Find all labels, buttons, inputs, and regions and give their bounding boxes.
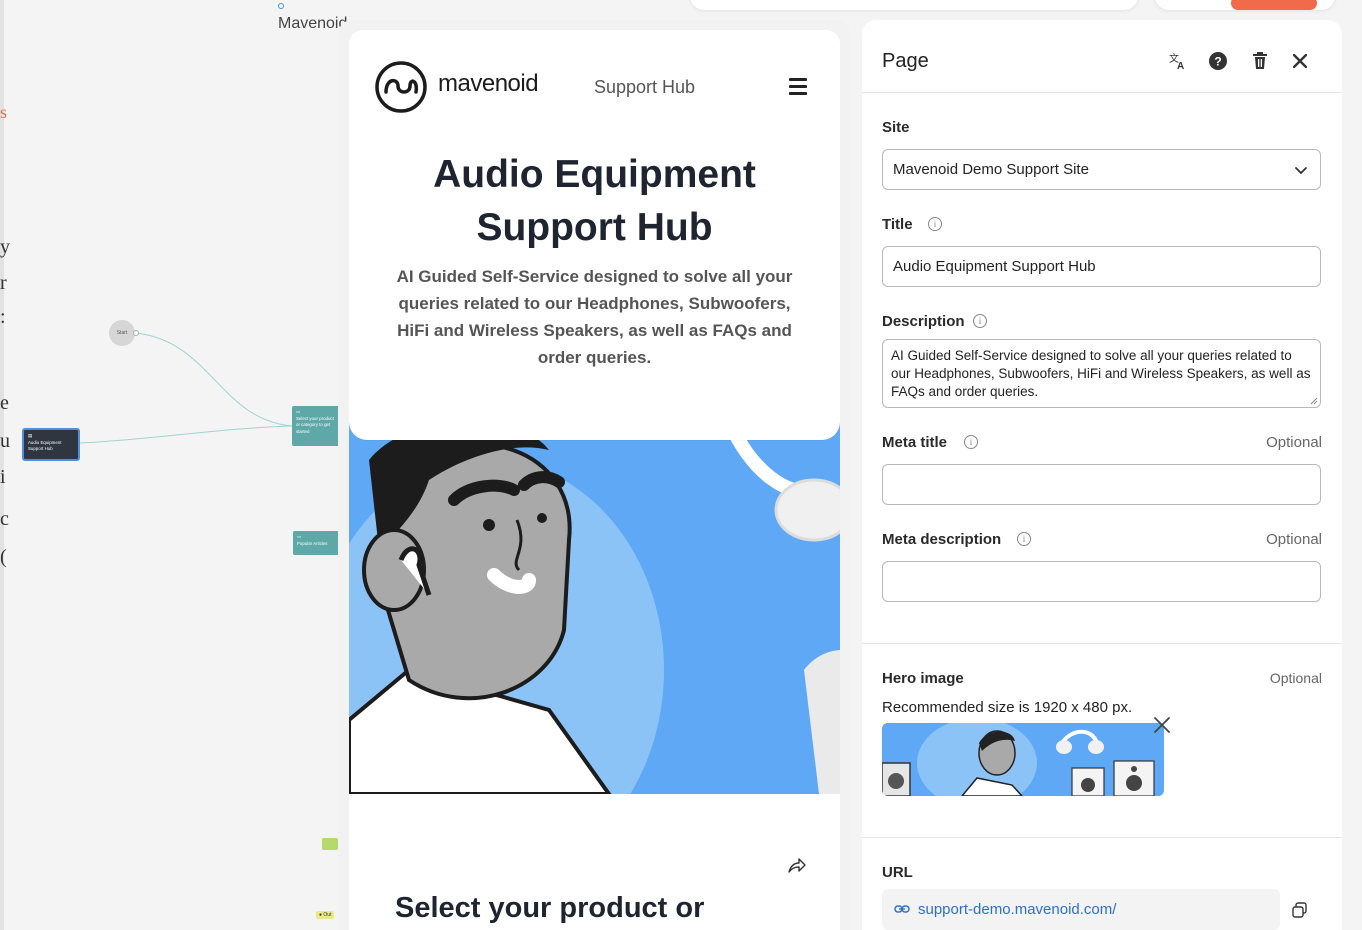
svg-text:A: A xyxy=(1177,61,1184,71)
hero-image-thumbnail[interactable] xyxy=(882,723,1164,796)
description-value: AI Guided Self-Service designed to solve… xyxy=(891,348,1311,399)
page-settings-panel: Page 文A ? Site Mavenoid Demo Support Sit… xyxy=(862,20,1342,930)
preview-page: mavenoid Support Hub Audio Equipment Sup… xyxy=(349,30,840,930)
site-select[interactable]: Mavenoid Demo Support Site xyxy=(882,149,1321,190)
flow-connectors xyxy=(79,332,293,444)
panel-header: Page 文A ? xyxy=(862,20,1342,93)
hero-image-optional: Optional xyxy=(1269,670,1322,686)
url-value: support-demo.mavenoid.com/ xyxy=(918,901,1117,918)
node-icon: ▭ xyxy=(296,409,301,414)
flow-node-start[interactable]: Start xyxy=(109,320,139,346)
remove-hero-image-icon[interactable] xyxy=(1152,715,1172,735)
copy-icon[interactable] xyxy=(1291,901,1309,919)
node-label: Select your product or category to get s… xyxy=(296,415,334,434)
publish-button[interactable] xyxy=(1231,0,1317,10)
node-label: Support Hub xyxy=(28,446,53,452)
hero-image-label: Hero image xyxy=(882,670,964,687)
hero-illustration xyxy=(349,420,840,794)
site-header: mavenoid Support Hub xyxy=(349,30,840,142)
chevron-down-icon xyxy=(1295,167,1307,175)
info-icon[interactable]: i xyxy=(973,314,987,328)
meta-description-optional: Optional xyxy=(1266,531,1322,548)
product-section: Select your product or xyxy=(349,794,840,930)
flow-node-support-hub[interactable]: ▤ Audio Equipment Support Hub xyxy=(22,428,80,461)
title-label: Title xyxy=(882,216,913,233)
help-icon[interactable]: ? xyxy=(1207,50,1229,72)
info-icon[interactable]: i xyxy=(1017,532,1031,546)
trash-icon[interactable] xyxy=(1249,50,1271,72)
link-icon xyxy=(894,905,910,913)
info-icon[interactable]: i xyxy=(928,217,942,231)
hero-title: Audio Equipment Support Hub xyxy=(433,153,756,249)
flow-node-tag[interactable] xyxy=(322,838,338,850)
hamburger-menu-icon[interactable] xyxy=(789,78,809,96)
connector-dot[interactable] xyxy=(133,330,139,336)
start-label: Start xyxy=(116,330,128,336)
svg-text:?: ? xyxy=(1214,55,1221,69)
meta-description-label: Meta description xyxy=(882,531,1002,548)
tag-label: Out xyxy=(323,912,332,918)
meta-title-input[interactable] xyxy=(882,464,1321,505)
node-icon: ▭ xyxy=(297,534,302,539)
hero-card: mavenoid Support Hub Audio Equipment Sup… xyxy=(349,30,840,440)
toolbar-pill-actions[interactable] xyxy=(1155,0,1335,10)
hero-thumbnail-illustration xyxy=(882,723,1164,796)
section-divider xyxy=(862,837,1342,838)
toolbar-pill[interactable] xyxy=(690,0,1138,10)
hero-image xyxy=(349,420,840,794)
info-icon[interactable]: i xyxy=(964,435,978,449)
title-input[interactable]: Audio Equipment Support Hub xyxy=(882,246,1321,287)
panel-title: Page xyxy=(882,50,929,72)
close-icon[interactable] xyxy=(1289,50,1311,72)
section-title: Select your product or xyxy=(395,892,705,924)
logo-text: mavenoid xyxy=(438,70,539,97)
url-label: URL xyxy=(882,864,913,881)
translate-icon[interactable]: 文A xyxy=(1167,50,1189,72)
meta-description-input[interactable] xyxy=(882,561,1321,602)
hero-image-hint: Recommended size is 1920 x 480 px. xyxy=(882,699,1133,716)
node-label: Popular Articles xyxy=(297,540,328,546)
hero-description: AI Guided Self-Service designed to solve… xyxy=(396,267,793,367)
node-icon: ▤ xyxy=(28,433,33,438)
site-select-value: Mavenoid Demo Support Site xyxy=(893,161,1089,178)
description-textarea[interactable]: AI Guided Self-Service designed to solve… xyxy=(882,339,1321,408)
site-label: Site xyxy=(882,119,910,136)
page-preview: mavenoid Support Hub Audio Equipment Sup… xyxy=(338,20,850,930)
mavenoid-logo-icon xyxy=(375,61,427,113)
node-label: Audio Equipment xyxy=(28,439,62,445)
meta-title-optional: Optional xyxy=(1266,434,1322,451)
flow-node-select-product[interactable]: ▭ Select your product or category to get… xyxy=(292,406,340,446)
meta-title-label: Meta title xyxy=(882,434,948,451)
title-input-value: Audio Equipment Support Hub xyxy=(893,258,1096,275)
flow-node-out[interactable]: ● Out xyxy=(316,911,335,919)
share-icon[interactable] xyxy=(786,856,806,876)
section-divider xyxy=(862,643,1342,644)
resize-handle-icon[interactable] xyxy=(1310,397,1318,405)
flow-node-popular-articles[interactable]: ▭ Popular Articles xyxy=(293,531,339,555)
url-link[interactable]: support-demo.mavenoid.com/ xyxy=(882,889,1280,930)
nav-support-hub-link[interactable]: Support Hub xyxy=(594,77,695,98)
description-label: Description xyxy=(882,313,965,330)
